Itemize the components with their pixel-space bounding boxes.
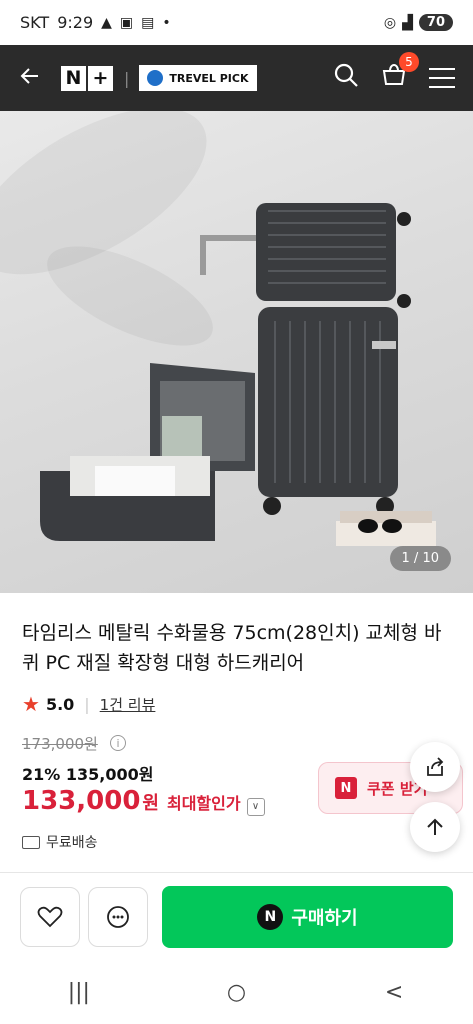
product-image-gallery[interactable]: 1 / 10 — [0, 111, 473, 593]
home-button[interactable]: ○ — [206, 980, 266, 1005]
system-nav-bar: ||| ○ < — [0, 960, 473, 1024]
shipping-label: 무료배송 — [46, 835, 98, 851]
suitcase-photo — [40, 203, 436, 546]
rating-value: 5.0 — [45, 694, 75, 714]
slide-counter: 1 / 10 — [389, 546, 451, 571]
final-price: 133,000 — [22, 786, 141, 816]
nplus-plus: + — [87, 64, 114, 92]
recent-apps-button[interactable]: ||| — [49, 980, 109, 1005]
final-price-unit: 원 — [142, 793, 159, 814]
menu-button[interactable] — [429, 68, 455, 88]
chevron-down-icon[interactable]: ∨ — [246, 797, 265, 816]
screenshot-icon: ▣ — [119, 14, 134, 31]
search-icon — [334, 63, 358, 87]
cart-button[interactable]: 5 — [381, 51, 419, 95]
logo-divider: | — [124, 68, 130, 88]
arrow-left-icon — [20, 67, 38, 84]
share-icon — [427, 757, 444, 776]
max-discount-label: 최대할인가 — [166, 794, 241, 813]
store-logo-icon — [147, 70, 164, 86]
review-count-link[interactable]: 1건 리뷰 — [100, 694, 156, 715]
star-icon: ★ — [22, 692, 40, 716]
hotspot-icon: ◎ — [383, 14, 397, 31]
rating-row: ★ 5.0 | 1건 리뷰 — [22, 692, 155, 716]
dot-icon: • — [162, 14, 171, 31]
product-title: 타임리스 메탈릭 수화물용 75cm(28인치) 교체형 바퀴 PC 재질 확장… — [22, 622, 442, 674]
time-label: 9:29 — [57, 13, 94, 32]
notification-icon: ▤ — [141, 14, 155, 31]
naver-n-icon: N — [335, 777, 357, 799]
search-button[interactable] — [333, 62, 359, 95]
top-app-bar: N + | TREVEL PICK 5 — [0, 45, 473, 111]
arrow-up-icon — [427, 818, 443, 835]
bottom-action-bar: N 구매하기 — [0, 872, 473, 960]
buy-label: 구매하기 — [291, 907, 358, 929]
discount-price: 135,000원 — [65, 765, 154, 784]
naver-pay-icon: N — [257, 903, 284, 930]
store-brand[interactable]: TREVEL PICK — [139, 65, 257, 91]
nplus-logo[interactable]: N + — [60, 64, 114, 92]
menu-icon — [429, 68, 455, 70]
back-button[interactable] — [18, 62, 48, 95]
store-name: TREVEL PICK — [169, 71, 249, 85]
info-icon[interactable]: i — [110, 735, 126, 751]
battery-icon: 70 — [418, 14, 453, 31]
shipping-row: 무료배송 — [22, 832, 98, 852]
nplus-n: N — [60, 64, 87, 92]
talk-button[interactable] — [88, 886, 148, 947]
final-price-row: 133,000 원 최대할인가 ∨ — [22, 786, 265, 816]
wishlist-button[interactable] — [20, 886, 80, 947]
signal-icon: ▟ — [402, 14, 413, 31]
rating-divider: | — [84, 694, 90, 714]
share-button[interactable] — [410, 742, 460, 792]
cart-count-badge: 5 — [399, 51, 419, 72]
heart-icon — [37, 906, 63, 927]
original-price: 173,000원 — [22, 735, 98, 753]
carrier-label: SKT — [20, 13, 50, 32]
status-bar: SKT 9:29 ▲ ▣ ▤ • ◎ ▟ 70 — [0, 0, 473, 45]
scroll-top-button[interactable] — [410, 802, 460, 852]
chat-icon — [107, 905, 129, 928]
system-back-button[interactable]: < — [364, 980, 424, 1005]
truck-icon — [22, 835, 40, 849]
buy-button[interactable]: N 구매하기 — [162, 885, 453, 948]
discount-row: 21% 135,000원 — [22, 761, 153, 785]
discount-rate: 21% — [22, 765, 61, 784]
warning-icon: ▲ — [101, 14, 112, 31]
